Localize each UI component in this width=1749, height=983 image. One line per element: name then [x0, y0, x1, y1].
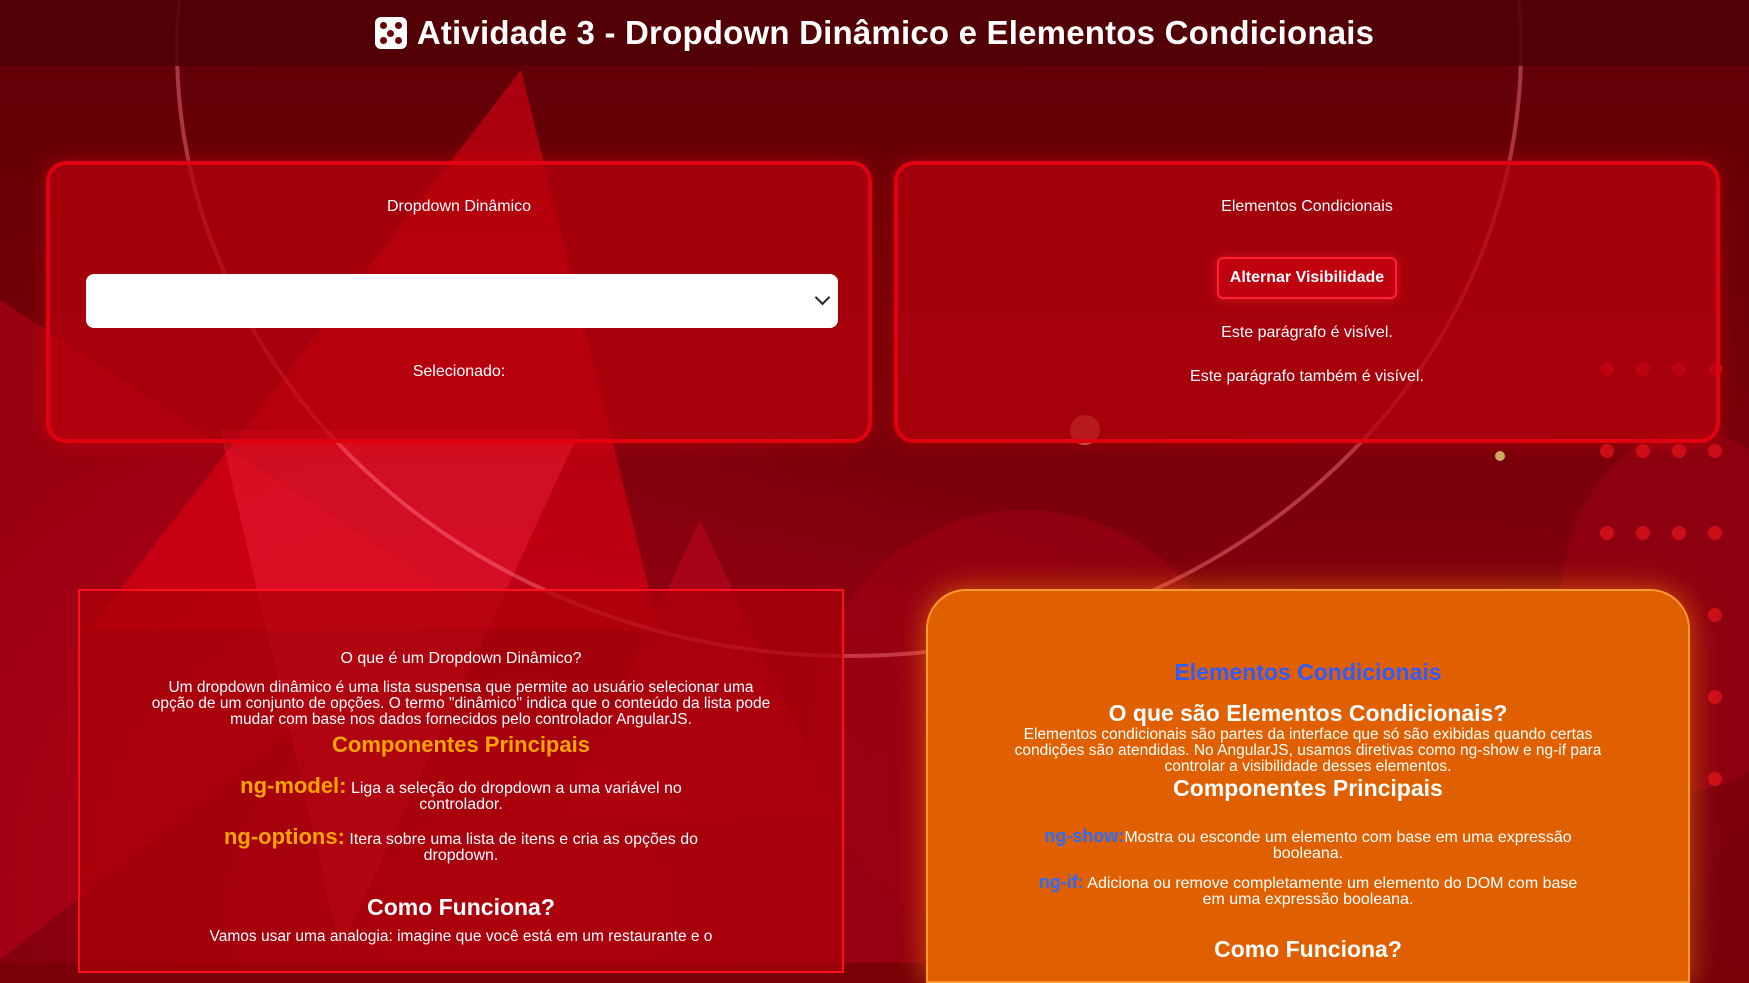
- dropdown-card: Dropdown Dinâmico Selecionado:: [46, 161, 872, 443]
- component-item: ng-if: Adiciona ou remove completamente …: [1028, 872, 1588, 908]
- conditional-question-heading: O que são Elementos Condicionais?: [1108, 700, 1508, 726]
- selected-label: Selecionado:: [412, 363, 506, 380]
- how-it-works-text: Vamos usar uma analogia: imagine que voc…: [209, 928, 713, 945]
- component-text: Liga a seleção do dropdown a uma variáve…: [346, 780, 682, 813]
- page-header: Atividade 3 - Dropdown Dinâmico e Elemen…: [0, 0, 1749, 66]
- conditional-card: Elementos Condicionais Alternar Visibili…: [894, 161, 1720, 443]
- component-key: ng-if:: [1038, 872, 1084, 892]
- dropdown-info-panel: O que é um Dropdown Dinâmico? Um dropdow…: [78, 589, 844, 973]
- dropdown-question-heading: O que é um Dropdown Dinâmico?: [340, 650, 582, 667]
- component-key: ng-show:: [1044, 826, 1125, 846]
- component-item: ng-show:Mostra ou esconde um elemento co…: [1038, 826, 1578, 862]
- background-orb: [1495, 451, 1505, 461]
- visible-paragraph-2: Este parágrafo também é visível.: [1190, 368, 1424, 385]
- conditional-info-panel: Elementos Condicionais O que são Element…: [926, 589, 1690, 983]
- page-title: Atividade 3 - Dropdown Dinâmico e Elemen…: [416, 14, 1375, 51]
- components-heading: Componentes Principais: [1173, 775, 1443, 801]
- component-text: Itera sobre uma lista de itens e cria as…: [344, 831, 699, 864]
- how-it-works-heading: Como Funciona?: [1214, 936, 1402, 962]
- dropdown-card-title: Dropdown Dinâmico: [386, 198, 532, 215]
- conditional-info-title: Elementos Condicionais: [1174, 659, 1442, 685]
- component-text: Mostra ou esconde um elemento com base e…: [1124, 829, 1572, 862]
- toggle-visibility-button[interactable]: Alternar Visibilidade: [1216, 257, 1398, 299]
- chevron-down-icon: [814, 289, 831, 306]
- components-heading: Componentes Principais: [332, 732, 590, 757]
- component-key: ng-model:: [240, 773, 347, 798]
- dice-icon: [374, 17, 407, 49]
- visible-paragraph-1: Este parágrafo é visível.: [1221, 324, 1393, 341]
- how-it-works-heading: Como Funciona?: [367, 894, 555, 920]
- conditional-description: Elementos condicionais são partes da int…: [1014, 726, 1602, 775]
- component-key: ng-options:: [223, 824, 345, 849]
- dynamic-dropdown-select[interactable]: [86, 274, 838, 328]
- component-item: ng-model: Liga a seleção do dropdown a u…: [201, 775, 721, 813]
- conditional-card-title: Elementos Condicionais: [1221, 198, 1393, 215]
- component-item: ng-options: Itera sobre uma lista de ite…: [191, 826, 731, 864]
- component-text: Adiciona ou remove completamente um elem…: [1083, 875, 1578, 908]
- dropdown-description: Um dropdown dinâmico é uma lista suspens…: [151, 679, 771, 728]
